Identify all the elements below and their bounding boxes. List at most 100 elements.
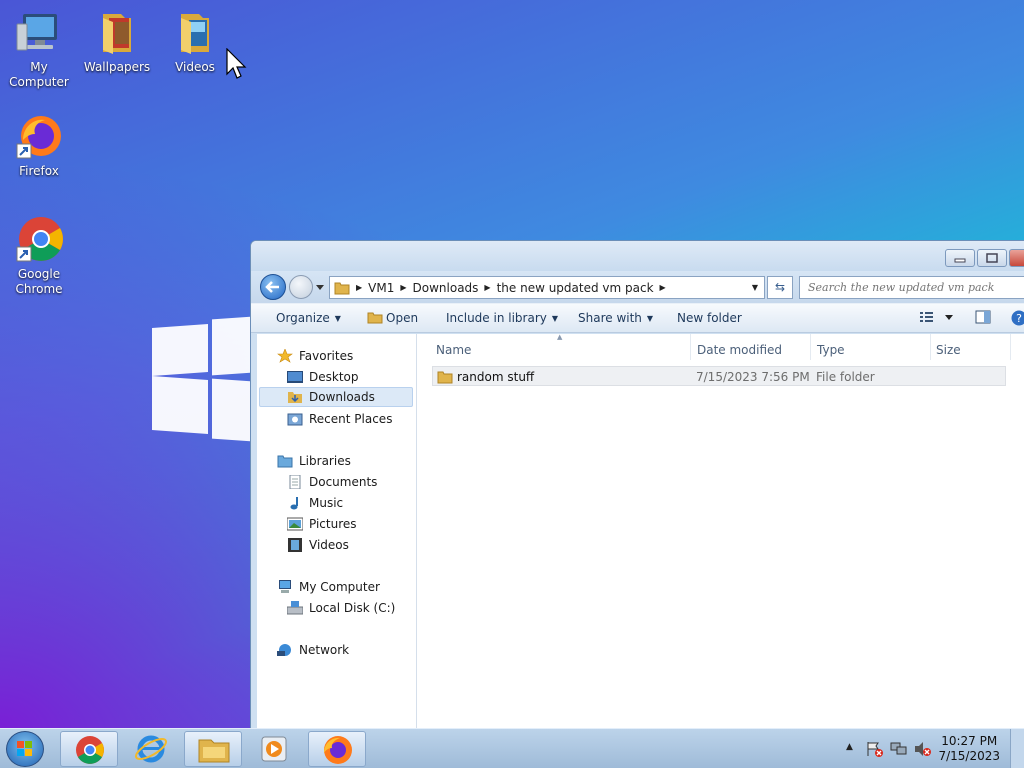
start-button[interactable] — [6, 731, 44, 767]
column-header-date-modified[interactable]: Date modified — [697, 343, 782, 357]
chevron-down-icon: ▼ — [334, 314, 341, 323]
breadcrumb-current-folder[interactable]: the new updated vm pack — [497, 281, 654, 295]
file-type: File folder — [816, 370, 875, 384]
organize-button[interactable]: Organize ▼ — [276, 311, 341, 325]
nav-videos[interactable]: Videos — [287, 535, 349, 555]
chevron-right-icon[interactable]: ▶ — [484, 283, 490, 292]
help-button[interactable]: ? — [1011, 310, 1024, 329]
nav-label: Pictures — [309, 517, 357, 531]
close-button[interactable] — [1009, 249, 1024, 267]
title-bar[interactable] — [251, 241, 1024, 271]
taskbar-internet-explorer-button[interactable] — [122, 731, 180, 767]
desktop-icon-label: Firefox — [19, 164, 59, 178]
mouse-cursor-icon — [226, 48, 247, 79]
recent-pages-chevron-icon[interactable] — [315, 284, 325, 292]
forward-button[interactable] — [289, 275, 313, 299]
nav-recent-places[interactable]: Recent Places — [287, 409, 392, 429]
nav-label: Libraries — [299, 454, 351, 468]
preview-pane-button[interactable] — [975, 310, 991, 327]
open-button[interactable]: Open — [367, 311, 418, 325]
navigation-bar: ▶ VM1 ▶ Downloads ▶ the new updated vm p… — [251, 271, 1024, 303]
new-folder-button[interactable]: New folder — [677, 311, 742, 325]
include-in-library-button[interactable]: Include in library ▼ — [446, 311, 558, 325]
libraries-icon — [277, 454, 293, 468]
desktop-icon-label: My Computer — [9, 60, 69, 89]
minimize-button[interactable] — [945, 249, 975, 267]
desktop-icon-videos[interactable]: Videos — [156, 8, 234, 75]
nav-libraries[interactable]: Libraries — [277, 451, 351, 471]
sort-indicator-icon: ▲ — [557, 333, 563, 341]
nav-favorites[interactable]: Favorites — [277, 346, 353, 366]
arrow-left-icon — [265, 281, 279, 293]
nav-label: Downloads — [309, 390, 375, 404]
change-view-button[interactable] — [919, 310, 953, 327]
svg-text:?: ? — [1016, 312, 1022, 325]
taskbar-firefox-button[interactable] — [308, 731, 366, 767]
search-input[interactable] — [799, 276, 1024, 299]
nav-documents[interactable]: Documents — [287, 472, 377, 492]
folder-icon — [171, 8, 219, 56]
chevron-right-icon[interactable]: ▶ — [400, 283, 406, 292]
nav-label: Recent Places — [309, 412, 393, 426]
clock-date: 7/15/2023 — [938, 749, 1000, 763]
downloads-folder-icon — [287, 390, 303, 404]
computer-icon — [277, 580, 293, 594]
taskbar-file-explorer-button[interactable] — [184, 731, 242, 767]
address-bar[interactable]: ▶ VM1 ▶ Downloads ▶ the new updated vm p… — [329, 276, 765, 299]
nav-network[interactable]: Network — [277, 640, 349, 660]
show-desktop-button[interactable] — [1010, 729, 1024, 768]
folder-icon — [334, 282, 350, 294]
windows-start-icon — [17, 741, 32, 756]
documents-icon — [287, 474, 303, 490]
nav-pictures[interactable]: Pictures — [286, 514, 357, 534]
maximize-button[interactable] — [977, 249, 1007, 267]
back-button[interactable] — [260, 274, 286, 300]
show-hidden-icons-button[interactable]: ▲ — [846, 742, 853, 752]
star-icon — [277, 348, 293, 363]
nav-desktop[interactable]: Desktop — [287, 367, 359, 387]
chevron-down-icon: ▼ — [646, 314, 654, 323]
nav-label: My Computer — [299, 580, 380, 594]
chevron-right-icon[interactable]: ▶ — [356, 283, 362, 292]
system-clock[interactable]: 10:27 PM 7/15/2023 — [938, 734, 1000, 764]
refresh-button[interactable]: ⇆ — [767, 276, 793, 299]
nav-my-computer[interactable]: My Computer — [277, 577, 380, 597]
address-dropdown-icon[interactable]: ▼ — [752, 283, 758, 292]
open-label: Open — [386, 311, 419, 325]
breadcrumb-downloads[interactable]: Downloads — [413, 281, 479, 295]
folder-icon — [437, 371, 453, 384]
network-status-icon[interactable] — [890, 741, 908, 757]
nav-label: Documents — [309, 475, 378, 489]
nav-music[interactable]: Music — [287, 493, 343, 513]
desktop-icon-google-chrome[interactable]: Google Chrome — [0, 215, 78, 297]
taskbar-media-player-button[interactable] — [246, 731, 304, 767]
nav-downloads[interactable]: Downloads — [259, 387, 413, 407]
nav-label: Desktop — [309, 370, 359, 384]
media-player-icon — [261, 736, 287, 762]
desktop-icon-wallpapers[interactable]: Wallpapers — [78, 8, 156, 75]
action-center-flag-icon[interactable] — [866, 741, 884, 757]
column-divider[interactable] — [1010, 334, 1011, 360]
music-note-icon — [287, 496, 303, 510]
desktop-icon-firefox[interactable]: Firefox — [0, 112, 78, 179]
chevron-right-icon[interactable]: ▶ — [660, 283, 666, 292]
column-header-name[interactable]: Name — [436, 343, 471, 357]
column-divider[interactable] — [690, 334, 691, 360]
navigation-pane: Favorites Desktop Downloads Recent Place… — [257, 334, 417, 728]
breadcrumb-vm1[interactable]: VM1 — [368, 281, 394, 295]
firefox-icon — [15, 112, 63, 160]
column-divider[interactable] — [930, 334, 931, 360]
share-with-button[interactable]: Share with ▼ — [578, 311, 653, 325]
volume-muted-icon[interactable] — [914, 741, 932, 757]
table-row[interactable]: random stuff 7/15/2023 7:56 PM File fold… — [432, 366, 1006, 386]
taskbar-chrome-button[interactable] — [60, 731, 118, 767]
nav-local-disk[interactable]: Local Disk (C:) — [286, 598, 395, 618]
chrome-icon — [15, 215, 63, 263]
column-header-size[interactable]: Size — [936, 343, 961, 357]
desktop-icon-my-computer[interactable]: My Computer — [0, 8, 78, 90]
desktop-icon-label: Videos — [175, 60, 215, 74]
column-header-type[interactable]: Type — [817, 343, 845, 357]
pictures-icon — [286, 517, 304, 531]
column-divider[interactable] — [810, 334, 811, 360]
chevron-down-icon: ▼ — [551, 314, 559, 323]
